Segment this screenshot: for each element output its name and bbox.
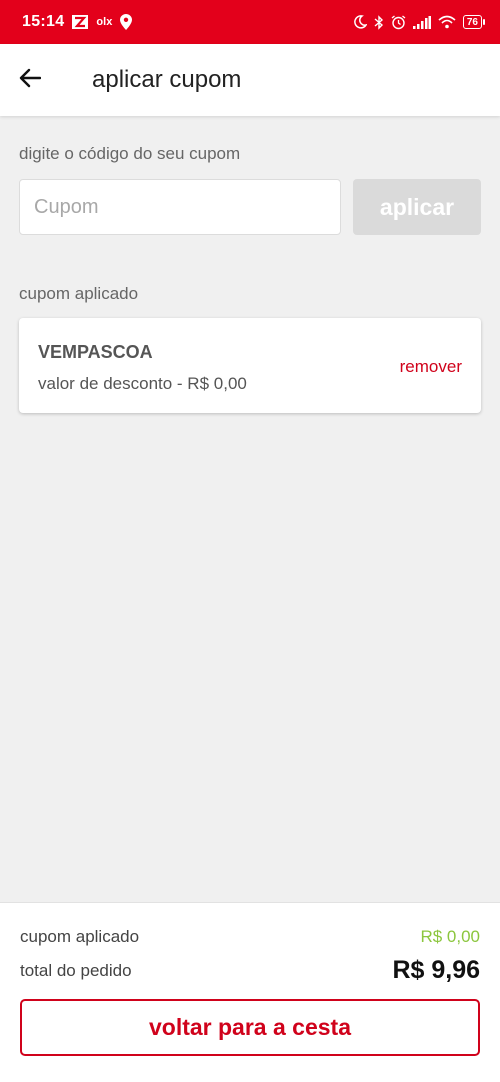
coupon-code: VEMPASCOA	[38, 342, 153, 362]
applied-coupon-card: VEMPASCOA valor de desconto - R$ 0,00 re…	[19, 318, 481, 413]
applied-coupon-label: cupom aplicado	[19, 284, 139, 303]
coupon-input[interactable]	[19, 179, 341, 235]
arrow-left-icon	[19, 68, 42, 93]
summary-total-label: total do pedido	[20, 960, 132, 980]
apply-button[interactable]: aplicar	[353, 179, 481, 235]
battery-icon: 76	[462, 15, 486, 29]
summary-coupon-value: R$ 0,00	[420, 927, 480, 946]
back-to-basket-button[interactable]: voltar para a cesta	[20, 999, 480, 1056]
status-bar: 15:14 olx 76	[0, 0, 500, 44]
summary-coupon-row: cupom aplicado R$ 0,00	[20, 927, 480, 947]
signal-icon	[412, 15, 431, 29]
bluetooth-icon	[374, 14, 384, 30]
order-summary: cupom aplicado R$ 0,00 total do pedido R…	[0, 902, 500, 1082]
location-icon	[120, 14, 133, 30]
wifi-icon	[438, 15, 456, 29]
summary-total-row: total do pedido R$ 9,96	[20, 956, 480, 985]
coupon-code-label: digite o código do seu cupom	[19, 144, 241, 163]
back-button[interactable]	[2, 52, 58, 108]
remove-coupon-link[interactable]: remover	[400, 357, 462, 377]
alarm-icon	[391, 14, 406, 30]
moon-icon	[353, 15, 367, 29]
discount-value: valor de desconto - R$ 0,00	[38, 374, 247, 393]
summary-total-value: R$ 9,96	[392, 956, 480, 984]
olx-icon: olx	[96, 16, 113, 28]
summary-coupon-label: cupom aplicado	[20, 927, 140, 946]
page-title: aplicar cupom	[92, 66, 242, 93]
notification-app-icon	[72, 15, 89, 29]
app-bar: aplicar cupom	[0, 44, 500, 116]
status-time: 15:14	[22, 13, 65, 30]
